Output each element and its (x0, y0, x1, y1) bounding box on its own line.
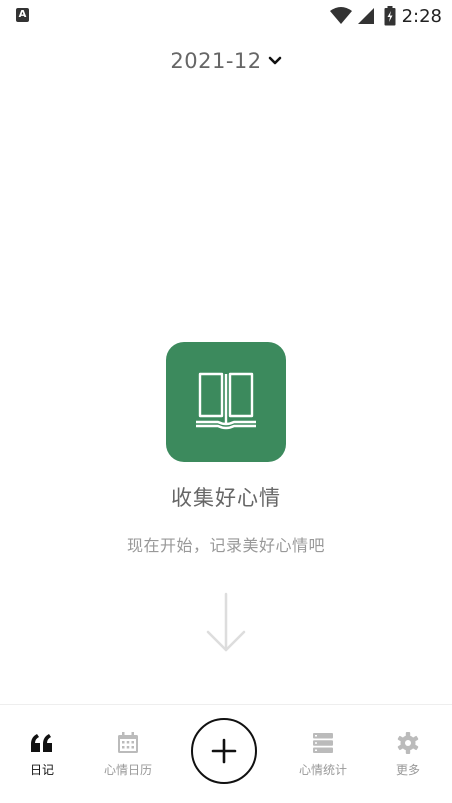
cell-signal-icon (357, 8, 374, 24)
status-indicators: 2:28 (329, 4, 442, 28)
wifi-icon (329, 7, 352, 24)
battery-icon (384, 6, 396, 26)
month-label: 2021-12 (170, 49, 262, 73)
status-bar: A 2:28 (0, 0, 452, 32)
arrow-down-icon (206, 592, 246, 652)
nav-item-more[interactable]: 更多 (373, 731, 443, 778)
gear-icon (396, 731, 420, 755)
open-book-icon (196, 372, 256, 430)
status-time: 2:28 (401, 5, 442, 27)
plus-icon (211, 738, 237, 764)
nav-item-mood-calendar[interactable]: 心情日历 (93, 731, 163, 778)
book-logo-tile (166, 342, 286, 462)
nav-label-diary: 日记 (29, 763, 54, 777)
app-notification-icon: A (16, 8, 29, 22)
empty-state-subtitle: 现在开始，记录美好心情吧 (126, 536, 325, 555)
nav-item-mood-stats[interactable]: 心情统计 (288, 731, 358, 778)
chevron-down-icon (268, 56, 281, 65)
header: 2021-12 (0, 44, 452, 78)
add-entry-button[interactable] (191, 718, 257, 784)
empty-state-title: 收集好心情 (171, 486, 281, 510)
nav-label-mood-calendar: 心情日历 (103, 763, 152, 777)
nav-label-mood-stats: 心情统计 (298, 763, 347, 777)
empty-state: 收集好心情 现在开始，记录美好心情吧 (0, 342, 452, 556)
stats-list-icon (311, 731, 335, 755)
nav-label-more: 更多 (395, 763, 420, 777)
month-selector[interactable]: 2021-12 (170, 49, 281, 73)
calendar-icon (116, 731, 140, 755)
quote-icon (30, 731, 54, 755)
nav-item-diary[interactable]: 日记 (7, 731, 77, 778)
